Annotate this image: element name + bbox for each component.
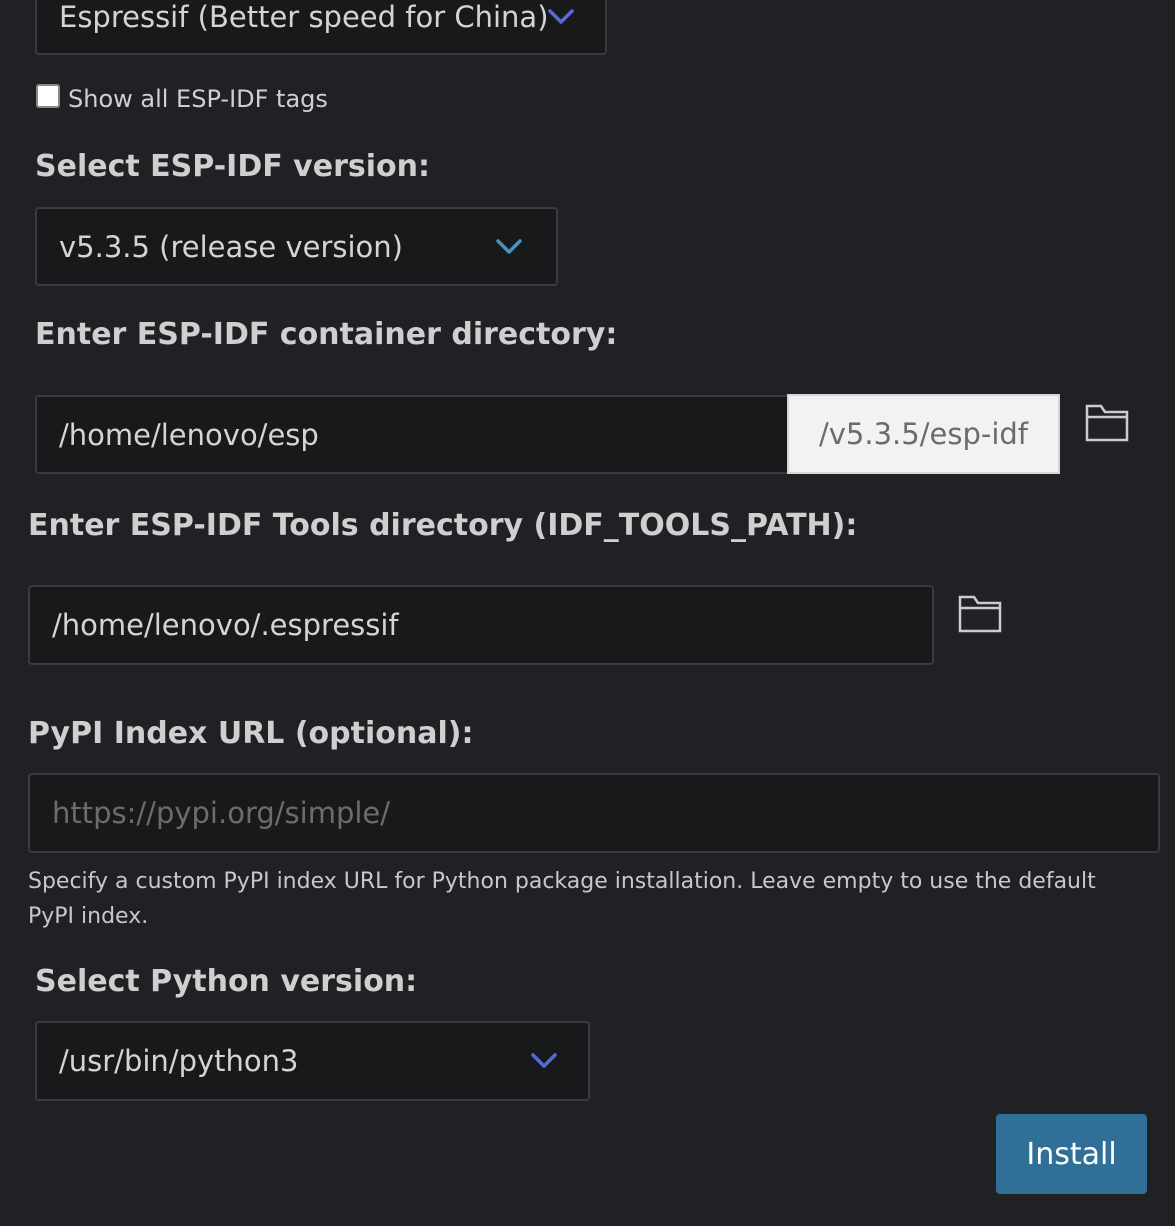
download-server-value: Espressif (Better speed for China) (59, 0, 549, 34)
container-dir-label: Enter ESP-IDF container directory: (35, 317, 618, 352)
idf-version-value: v5.3.5 (release version) (59, 229, 403, 264)
esp-idf-setup-form: Espressif (Better speed for China) Show … (0, 0, 1175, 1226)
idf-version-label: Select ESP-IDF version: (35, 149, 430, 184)
show-all-tags-checkbox[interactable] (36, 84, 60, 108)
chevron-down-icon (548, 8, 574, 24)
python-version-label: Select Python version: (35, 964, 418, 999)
folder-icon[interactable] (1085, 404, 1129, 442)
tools-dir-label: Enter ESP-IDF Tools directory (IDF_TOOLS… (28, 508, 858, 543)
pypi-url-placeholder: https://pypi.org/simple/ (52, 796, 391, 830)
idf-version-select[interactable]: v5.3.5 (release version) (35, 207, 558, 286)
pypi-url-label: PyPI Index URL (optional): (28, 716, 474, 751)
folder-icon[interactable] (958, 595, 1002, 633)
container-dir-input[interactable]: /home/lenovo/esp (35, 395, 790, 474)
python-version-value: /usr/bin/python3 (59, 1044, 299, 1078)
pypi-url-input[interactable]: https://pypi.org/simple/ (28, 773, 1160, 853)
tools-dir-input[interactable]: /home/lenovo/.espressif (28, 585, 934, 665)
show-all-tags-label: Show all ESP-IDF tags (68, 85, 328, 113)
container-dir-suffix: /v5.3.5/esp-idf (787, 394, 1060, 474)
download-server-select[interactable]: Espressif (Better speed for China) (35, 0, 607, 55)
pypi-url-help-text: Specify a custom PyPI index URL for Pyth… (28, 869, 1096, 929)
install-button[interactable]: Install (996, 1114, 1147, 1194)
chevron-down-icon (531, 1053, 557, 1068)
python-version-select[interactable]: /usr/bin/python3 (35, 1021, 590, 1101)
chevron-down-icon (496, 238, 522, 254)
